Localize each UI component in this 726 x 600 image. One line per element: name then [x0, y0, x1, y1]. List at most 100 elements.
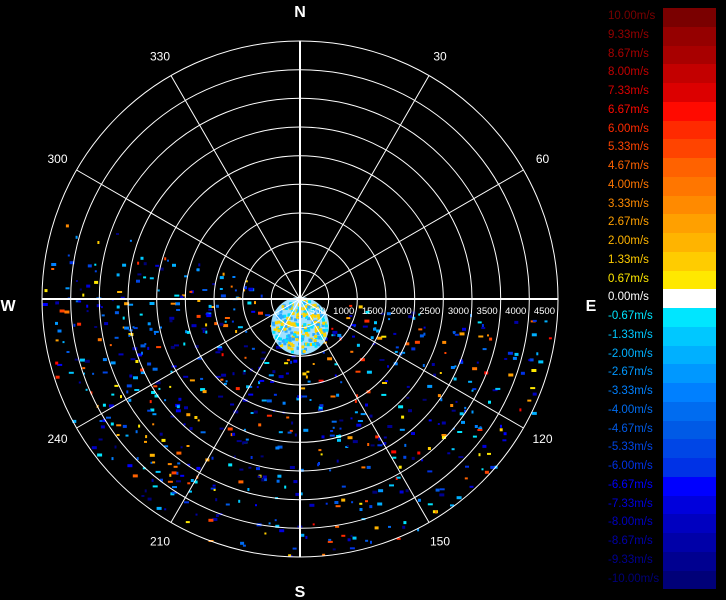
echo-gate — [129, 239, 132, 242]
echo-gate — [350, 417, 353, 420]
echo-gate — [276, 479, 280, 483]
compass-label-n: N — [294, 4, 306, 21]
echo-gate — [155, 470, 161, 473]
echo-gate — [471, 389, 474, 392]
echo-gate — [431, 363, 435, 366]
echo-gate — [403, 521, 407, 525]
legend-entry: 2.00m/s — [606, 233, 726, 252]
echo-gate — [111, 393, 115, 396]
echo-gate — [398, 405, 404, 409]
echo-gate — [167, 480, 173, 483]
legend-label: -4.67m/s — [608, 422, 653, 435]
echo-gate — [468, 380, 473, 383]
echo-gate — [439, 488, 445, 491]
echo-gate — [370, 444, 375, 447]
echo-gate — [201, 327, 207, 330]
echo-gate — [184, 501, 189, 504]
echo-gate — [361, 466, 366, 469]
echo-gate — [369, 505, 373, 509]
echo-gate — [91, 446, 97, 450]
echo-gate — [273, 393, 277, 396]
echo-gate — [59, 309, 65, 313]
echo-gate — [330, 430, 334, 432]
echo-gate — [180, 474, 185, 477]
echo-gate — [395, 346, 399, 349]
legend-label: 7.33m/s — [608, 85, 649, 97]
echo-gate — [325, 502, 328, 505]
echo-gate — [373, 327, 376, 331]
echo-gate — [401, 415, 405, 419]
echo-gate — [495, 387, 501, 390]
range-tick-label: 3000 — [448, 306, 469, 317]
legend-label: -9.33m/s — [608, 553, 653, 566]
echo-gate — [116, 305, 120, 309]
echo-gate — [479, 426, 482, 429]
echo-gate — [352, 335, 355, 338]
clutter-gate — [274, 321, 278, 325]
echo-gate — [170, 302, 176, 305]
echo-gate — [405, 489, 409, 493]
echo-gate — [369, 414, 373, 418]
legend-entry: -10.00m/s — [606, 570, 726, 590]
echo-gate — [80, 358, 85, 362]
echo-gate — [502, 439, 507, 442]
echo-gate — [186, 413, 191, 417]
echo-gate — [116, 434, 120, 436]
echo-gate — [215, 498, 218, 502]
echo-gate — [195, 513, 198, 516]
echo-gate — [508, 373, 514, 377]
echo-gate — [152, 485, 158, 488]
clutter-gate — [314, 344, 318, 348]
echo-gate — [544, 320, 548, 323]
echo-gate — [232, 432, 236, 436]
echo-gate — [312, 363, 315, 365]
echo-gate — [481, 324, 484, 327]
legend-swatch — [663, 176, 716, 196]
echo-gate — [402, 351, 406, 354]
legend-entry: -4.00m/s — [606, 401, 726, 421]
echo-gate — [285, 372, 289, 375]
echo-gate — [82, 367, 86, 370]
echo-gate — [248, 287, 254, 291]
echo-gate — [303, 428, 309, 432]
echo-gate — [128, 334, 131, 337]
legend-label: 6.67m/s — [608, 103, 649, 116]
legend-label: -3.33m/s — [608, 385, 653, 397]
echo-gate — [531, 411, 537, 415]
echo-gate — [189, 290, 193, 293]
echo-gate — [346, 317, 351, 320]
echo-gate — [97, 338, 102, 342]
echo-gate — [365, 500, 368, 503]
echo-gate — [75, 235, 78, 239]
echo-gate — [211, 456, 214, 460]
echo-gate — [159, 432, 163, 436]
echo-gate — [219, 276, 224, 280]
echo-gate — [302, 395, 308, 398]
echo-gate — [164, 508, 167, 511]
echo-gate — [476, 361, 479, 364]
echo-gate — [292, 547, 297, 550]
echo-gate — [387, 365, 389, 368]
echo-gate — [206, 314, 212, 318]
legend-swatch — [663, 101, 716, 121]
legend-swatch — [663, 214, 716, 233]
echo-gate — [220, 294, 226, 298]
legend-swatch — [663, 570, 716, 590]
echo-gate — [258, 423, 262, 427]
echo-gate — [169, 473, 172, 477]
echo-gate — [336, 393, 340, 397]
echo-gate — [350, 350, 354, 353]
echo-gate — [428, 419, 432, 422]
echo-gate — [205, 323, 208, 327]
echo-gate — [172, 263, 176, 267]
echo-gate — [374, 526, 379, 530]
echo-gate — [64, 310, 70, 314]
echo-gate — [73, 323, 76, 327]
echo-gate — [418, 328, 423, 331]
clutter-gate — [277, 329, 281, 333]
echo-gate — [100, 425, 105, 429]
legend-entry: 6.00m/s — [606, 120, 726, 140]
echo-gate — [126, 384, 132, 388]
echo-gate — [164, 399, 167, 402]
echo-gate — [170, 345, 175, 349]
